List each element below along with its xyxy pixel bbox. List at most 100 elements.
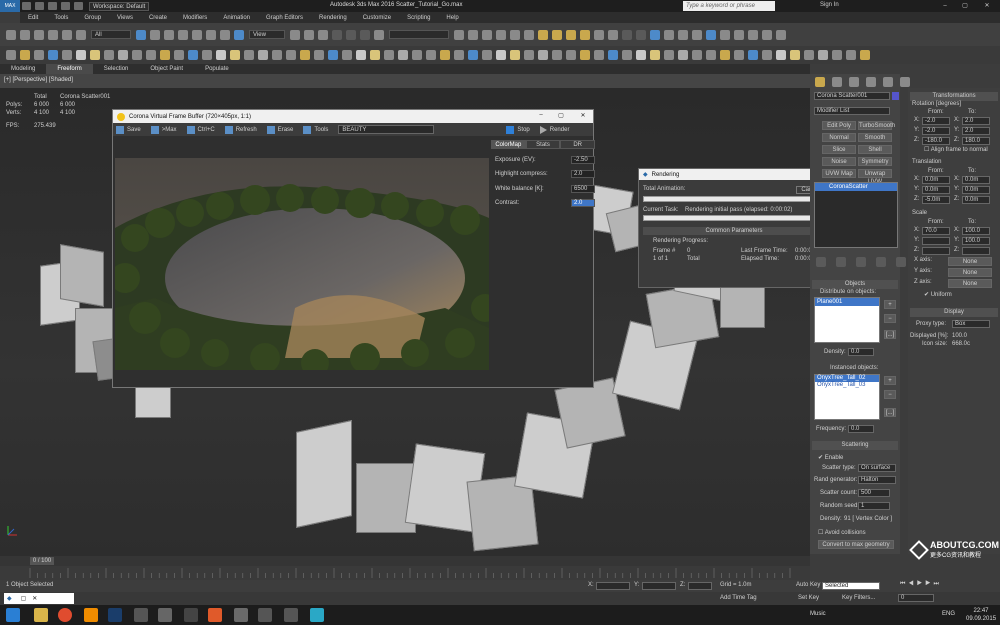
tool-icon[interactable]: [174, 50, 184, 60]
tool-icon[interactable]: [664, 29, 674, 40]
translation-to-input[interactable]: 0.0m: [962, 176, 990, 184]
explorer-icon[interactable]: [34, 608, 48, 622]
search-input[interactable]: Type a keyword or phrase: [683, 1, 775, 11]
display-rollout-header[interactable]: Display: [910, 308, 998, 317]
menu-rendering[interactable]: Rendering: [319, 15, 347, 21]
utilities-tab-icon[interactable]: [900, 77, 910, 87]
modifier-button-noise[interactable]: Noise: [822, 157, 856, 166]
scale-from-input[interactable]: [922, 237, 950, 245]
list-item[interactable]: OnyxTree_Tall_02: [815, 375, 879, 382]
move-icon[interactable]: [192, 29, 202, 40]
add-instanced-button[interactable]: +: [884, 376, 896, 385]
tool-icon[interactable]: [832, 50, 842, 60]
corona-icon[interactable]: [594, 29, 604, 40]
tool-icon[interactable]: [748, 50, 758, 60]
material-editor-icon[interactable]: [538, 29, 548, 40]
tool-icon[interactable]: [636, 50, 646, 60]
select-by-name-icon[interactable]: [150, 29, 160, 40]
tool-icon[interactable]: [6, 50, 16, 60]
vfb-render-button[interactable]: Render: [539, 125, 569, 134]
tool-icon[interactable]: [132, 50, 142, 60]
scale-from-input[interactable]: 70.0: [922, 227, 950, 235]
place-icon[interactable]: [234, 29, 244, 40]
bind-icon[interactable]: [62, 29, 72, 40]
object-name-field[interactable]: Corona Scatter001: [814, 92, 890, 100]
tool-icon[interactable]: [692, 29, 702, 40]
snap-icon[interactable]: [332, 29, 342, 40]
tool-icon[interactable]: [776, 29, 786, 40]
music-toolbar[interactable]: Music: [810, 611, 826, 617]
angle-snap-icon[interactable]: [346, 29, 356, 40]
menu-tools[interactable]: Tools: [54, 15, 68, 21]
tool-icon[interactable]: [48, 50, 58, 60]
tool-icon[interactable]: [34, 50, 44, 60]
key-filters-button[interactable]: Key Filters...: [842, 595, 875, 601]
tool-icon[interactable]: [524, 50, 534, 60]
undo-icon[interactable]: [61, 2, 70, 10]
tool-icon[interactable]: [146, 50, 156, 60]
uniform-checkbox[interactable]: ✔ Uniform: [924, 291, 952, 298]
menu-graph-editors[interactable]: Graph Editors: [266, 15, 303, 21]
rotate-icon[interactable]: [206, 29, 216, 40]
named-selection-dropdown[interactable]: [389, 30, 449, 39]
tool-icon[interactable]: [804, 50, 814, 60]
tool-icon[interactable]: [664, 50, 674, 60]
unlink-icon[interactable]: [48, 29, 58, 40]
tool-icon[interactable]: [678, 50, 688, 60]
vfb-copy-button[interactable]: Ctrl+C: [186, 125, 215, 134]
tool-icon[interactable]: [650, 29, 660, 40]
mirror-icon[interactable]: [454, 29, 464, 40]
menu-scripting[interactable]: Scripting: [407, 15, 430, 21]
tool-icon[interactable]: [104, 50, 114, 60]
tool-icon[interactable]: [734, 29, 744, 40]
modifier-button-uvw-map[interactable]: UVW Map: [822, 169, 856, 178]
manipulate-icon[interactable]: [304, 29, 314, 40]
keyboard-shortcut-icon[interactable]: [318, 29, 328, 40]
tool-icon[interactable]: [538, 50, 548, 60]
transformations-header[interactable]: Transformations: [910, 92, 998, 101]
tool-icon[interactable]: [426, 50, 436, 60]
reference-coord-dropdown[interactable]: View: [249, 30, 285, 39]
redo-icon[interactable]: [20, 29, 30, 40]
rotation-from-input[interactable]: -180.0: [922, 137, 950, 145]
minimize-icon[interactable]: –: [533, 112, 549, 118]
translation-from-input[interactable]: 0.0m: [922, 176, 950, 184]
tool-icon[interactable]: [622, 29, 632, 40]
selection-filter-dropdown[interactable]: All: [91, 30, 131, 39]
menu-edit[interactable]: Edit: [28, 15, 38, 21]
rotation-to-input[interactable]: 2.0: [962, 117, 990, 125]
vfb-refresh-button[interactable]: Refresh: [224, 125, 257, 134]
tab-modeling[interactable]: Modeling: [0, 64, 46, 74]
rotation-from-input[interactable]: -2.0: [922, 117, 950, 125]
tool-icon[interactable]: [762, 29, 772, 40]
tool-icon[interactable]: [636, 29, 646, 40]
render-setup-icon[interactable]: [552, 29, 562, 40]
current-frame-input[interactable]: 0: [898, 594, 934, 602]
list-item[interactable]: OnyxTree_Tall_03: [815, 382, 879, 389]
close-icon[interactable]: ✕: [575, 112, 591, 119]
remove-instanced-button[interactable]: −: [884, 390, 896, 399]
tool-icon[interactable]: [398, 50, 408, 60]
tool-icon[interactable]: [300, 50, 310, 60]
tool-icon[interactable]: [384, 50, 394, 60]
tool-icon[interactable]: [496, 50, 506, 60]
key-selection-dropdown[interactable]: Selected: [822, 582, 880, 590]
modifier-button-turbosmooth[interactable]: TurboSmooth: [858, 121, 895, 130]
menu-create[interactable]: Create: [149, 15, 167, 21]
maxscript-listener[interactable]: ◆ ▢ ✕: [4, 593, 74, 604]
tool-icon[interactable]: [342, 50, 352, 60]
vfb-stop-button[interactable]: Stop: [506, 125, 530, 134]
scale-to-input[interactable]: 100.0: [962, 237, 990, 245]
sign-in-link[interactable]: Sign In: [820, 2, 839, 8]
photoshop-icon[interactable]: [108, 608, 122, 622]
x-coord-input[interactable]: [596, 582, 630, 590]
tool-icon[interactable]: [706, 29, 716, 40]
clock[interactable]: 22:47 09.09.2015: [966, 607, 996, 623]
tool-icon[interactable]: [608, 50, 618, 60]
display-tab-icon[interactable]: [883, 77, 893, 87]
modifier-button-edit-poly[interactable]: Edit Poly: [822, 121, 856, 130]
tool-icon[interactable]: [62, 50, 72, 60]
vfb-to-max-button[interactable]: >Max: [150, 125, 177, 134]
tool-icon[interactable]: [580, 50, 590, 60]
new-icon[interactable]: [22, 2, 31, 10]
